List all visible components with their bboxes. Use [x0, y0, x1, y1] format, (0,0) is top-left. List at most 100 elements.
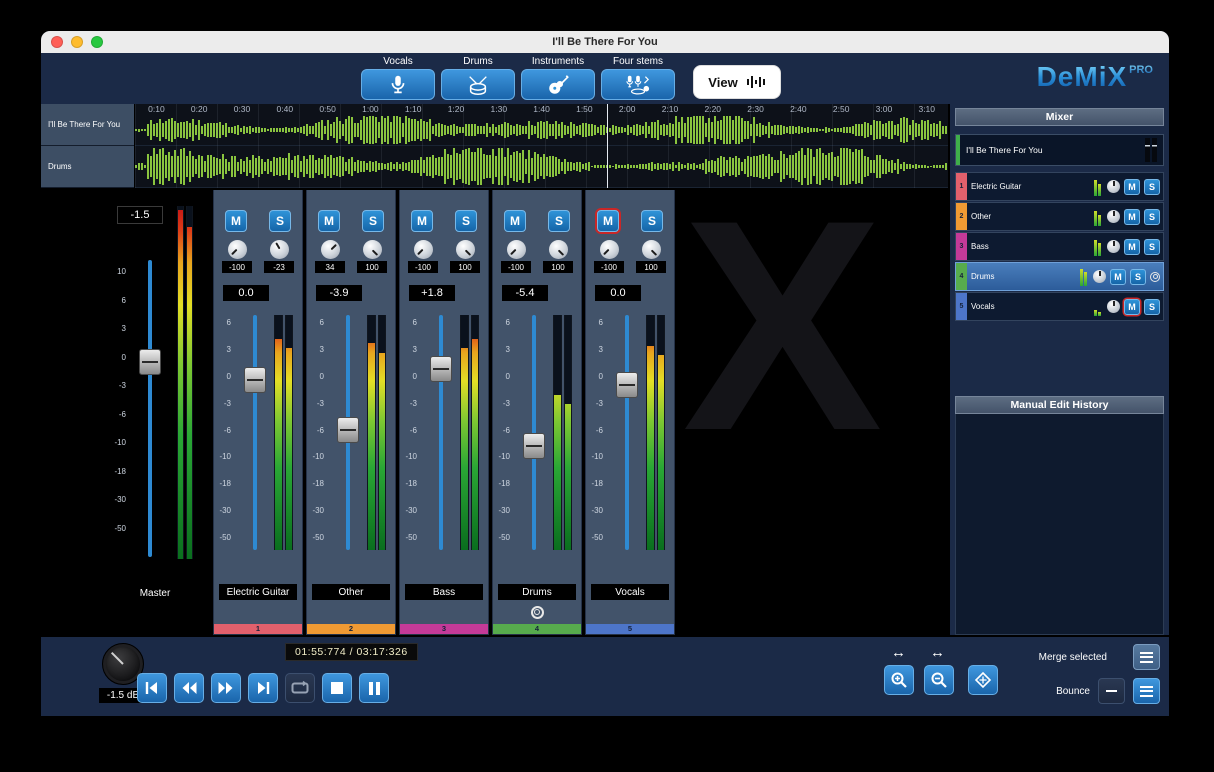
solo-button[interactable]: S [1144, 209, 1160, 225]
pan-knob[interactable] [321, 240, 340, 259]
width-knob[interactable] [363, 240, 382, 259]
instruments-stem-button[interactable] [521, 69, 595, 100]
zoom-out-button[interactable] [924, 665, 954, 695]
track-number-badge: 1 [956, 173, 967, 200]
close-window-button[interactable] [51, 36, 63, 48]
fader-handle[interactable] [523, 433, 545, 459]
zoom-window-button[interactable] [91, 36, 103, 48]
width-knob[interactable] [270, 240, 289, 259]
solo-button[interactable]: S [1144, 239, 1160, 255]
mute-button[interactable]: M [1124, 209, 1140, 225]
bounce-menu-button[interactable] [1133, 678, 1160, 704]
playhead[interactable] [607, 104, 608, 188]
pan-knob[interactable] [1107, 210, 1120, 223]
solo-button[interactable]: S [548, 210, 570, 232]
solo-button[interactable]: S [455, 210, 477, 232]
mute-button[interactable]: M [1124, 299, 1140, 315]
solo-button[interactable]: S [269, 210, 291, 232]
panel-row-electric-guitar[interactable]: 1 Electric Guitar M S [955, 172, 1164, 201]
view-button[interactable]: View [693, 65, 781, 99]
solo-button[interactable]: S [1144, 299, 1160, 315]
bounce-remove-button[interactable] [1098, 678, 1125, 704]
channel-color-bar: 3 [400, 624, 488, 634]
solo-button[interactable]: S [1144, 179, 1160, 195]
skip-end-button[interactable] [248, 673, 278, 703]
solo-button[interactable]: S [362, 210, 384, 232]
mute-button[interactable]: M [1124, 179, 1140, 195]
track-name: Bass [971, 242, 989, 251]
fader-handle[interactable] [430, 356, 452, 382]
waveform-track-drums[interactable] [135, 146, 948, 188]
pan-knob[interactable] [1107, 300, 1120, 313]
pan-knob[interactable] [1107, 240, 1120, 253]
width-knob[interactable] [549, 240, 568, 259]
gain-value[interactable]: +1.8 [409, 285, 455, 301]
master-gain-value[interactable]: -1.5 [117, 206, 163, 224]
timeline-track-label[interactable]: I'll Be There For You [41, 104, 134, 146]
minimize-window-button[interactable] [71, 36, 83, 48]
skip-start-button[interactable] [137, 673, 167, 703]
mute-button[interactable]: M [597, 210, 619, 232]
rewind-button[interactable] [174, 673, 204, 703]
pan-knob[interactable] [414, 240, 433, 259]
zoom-in-button[interactable] [884, 665, 914, 695]
four-stems-button[interactable] [601, 69, 675, 100]
panel-row-bass[interactable]: 3 Bass M S [955, 232, 1164, 261]
channel-strip-other: M S 34 100 -3.9 630-3-6-10-18-30-50 Ot [306, 190, 396, 635]
selected-stem-icon[interactable] [1150, 272, 1160, 282]
traffic-lights [51, 36, 103, 48]
pan-knob[interactable] [1093, 270, 1106, 283]
mute-button[interactable]: M [318, 210, 340, 232]
drums-stem-button[interactable] [441, 69, 515, 100]
fader-scale: 630-3-6-10-18-30-50 [586, 319, 603, 542]
fader-scale: 630-3-6-10-18-30-50 [307, 319, 324, 542]
drum-kit-icon [466, 73, 490, 97]
waveform [135, 146, 948, 187]
width-knob[interactable] [642, 240, 661, 259]
vocals-stem-button[interactable] [361, 69, 435, 100]
channel-name: Other [312, 584, 390, 600]
master-fader-handle[interactable] [139, 349, 161, 375]
channel-color-bar: 1 [214, 624, 302, 634]
pan-knob[interactable] [228, 240, 247, 259]
fader-handle[interactable] [244, 367, 266, 393]
bounce-label: Bounce [1056, 686, 1090, 697]
gain-value[interactable]: 0.0 [223, 285, 269, 301]
mute-button[interactable]: M [504, 210, 526, 232]
crosshair-icon [974, 671, 992, 689]
master-name: Master [114, 585, 196, 601]
mixer-area: iX -1.5 10630-3-6-10-18-30-50 [41, 190, 948, 635]
merge-selected-button[interactable] [1133, 644, 1160, 670]
width-knob[interactable] [456, 240, 475, 259]
solo-button[interactable]: S [1130, 269, 1146, 285]
fast-forward-button[interactable] [211, 673, 241, 703]
panel-row-drums[interactable]: 4 Drums M S [955, 262, 1164, 291]
mute-button[interactable]: M [1124, 239, 1140, 255]
channel-name: Drums [498, 584, 576, 600]
stop-button[interactable] [322, 673, 352, 703]
edit-history-list[interactable] [955, 414, 1164, 635]
fader-handle[interactable] [337, 417, 359, 443]
pan-knob[interactable] [507, 240, 526, 259]
mute-button[interactable]: M [225, 210, 247, 232]
gain-value[interactable]: 0.0 [595, 285, 641, 301]
timeline-ruler[interactable]: 0:100:200:300:400:501:001:101:201:301:40… [135, 104, 948, 116]
loop-button[interactable] [285, 673, 315, 703]
mute-button[interactable]: M [411, 210, 433, 232]
timeline-waveform-area[interactable]: 0:100:200:300:400:501:001:101:201:301:40… [135, 104, 948, 188]
zoom-fit-button[interactable] [968, 665, 998, 695]
selected-stem-icon[interactable] [531, 606, 544, 619]
panel-row-vocals[interactable]: 5 Vocals M S [955, 292, 1164, 321]
fader-handle[interactable] [616, 372, 638, 398]
main-track-row[interactable]: I'll Be There For You [955, 134, 1164, 166]
pan-knob[interactable] [600, 240, 619, 259]
pan-knob[interactable] [1107, 180, 1120, 193]
solo-button[interactable]: S [641, 210, 663, 232]
timeline-track-label[interactable]: Drums [41, 146, 134, 188]
gain-value[interactable]: -3.9 [316, 285, 362, 301]
mute-button[interactable]: M [1110, 269, 1126, 285]
fader-scale: 630-3-6-10-18-30-50 [493, 319, 510, 542]
pause-button[interactable] [359, 673, 389, 703]
panel-row-other[interactable]: 2 Other M S [955, 202, 1164, 231]
gain-value[interactable]: -5.4 [502, 285, 548, 301]
